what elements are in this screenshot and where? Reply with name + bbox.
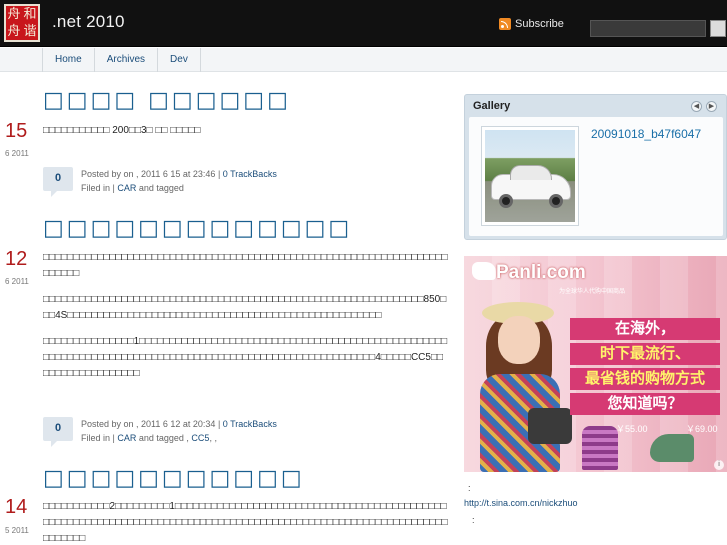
post-title[interactable]: □□□□□□□□□□□ (43, 466, 305, 491)
logo-char: 谐 (23, 24, 37, 39)
gallery-next-button[interactable]: ▶ (706, 101, 717, 112)
sidebar-label: : (468, 483, 471, 493)
post-date-month-year: 6 2011 (5, 149, 29, 158)
post-title[interactable]: □□□□ □□□□□□ (43, 88, 291, 113)
post-date-day: 12 (5, 248, 28, 270)
nav-tab-archives[interactable]: Archives (95, 48, 159, 72)
nav-tab-dev[interactable]: Dev (158, 48, 201, 72)
filed-suffix: and tagged , (136, 433, 192, 443)
product-dress-image (582, 426, 618, 470)
post-date-month-year: 5 2011 (5, 526, 29, 535)
ad-price: ￥69.00 (686, 424, 718, 434)
ad-tagline: 为全球华人代购中国商品 (559, 289, 626, 295)
comment-count-badge[interactable]: 0 (43, 417, 73, 447)
ad-headline: 在海外， 时下最流行、 最省钱的购物方式 您知道吗？ (570, 318, 720, 418)
logo-char: 舟 (7, 24, 21, 39)
post-paragraph: □□□□□□□□□□□□□□□□□□□□□□□□□□□□□□□□□□□□□□□□… (43, 294, 447, 321)
logo-char: 舟 (7, 7, 21, 22)
search-button[interactable] (710, 20, 726, 37)
post-meta-filed: Filed in | CAR and tagged , CC5, , (81, 433, 217, 443)
top-bar: 舟 和 舟 谐 .net 2010 Subscribe (0, 0, 727, 47)
gallery-panel: 20091018_b47f6047 (469, 117, 723, 236)
post-paragraph: □□□□□□□□□□□ 200□□3□ □□ □□□□□ (43, 125, 201, 136)
logo-char: 和 (23, 7, 37, 22)
post-title[interactable]: □□□□□□□□□□□□□ (43, 216, 352, 241)
tag-link[interactable]: CC5 (191, 433, 209, 443)
wheel-shape (549, 194, 563, 208)
sidebar-label: : (472, 515, 475, 525)
face-shape (498, 316, 540, 364)
ad-headline-line: 最省钱的购物方式 (570, 368, 720, 390)
weibo-link[interactable]: http://t.sina.com.cn/nickzhuo (464, 498, 578, 508)
post-meta-posted: Posted by on , 2011 6 12 at 20:34 | 0 Tr… (81, 419, 277, 429)
ad-brand: Panli.com (496, 262, 586, 283)
posted-text: Posted by on , 2011 6 12 at 20:34 | (81, 419, 221, 429)
ad-info-icon[interactable]: i (714, 460, 724, 470)
post-body: □□□□□□□□□□□ 200□□3□ □□ □□□□□ (43, 123, 448, 149)
post-body: □□□□□□□□□□□□□□□□□□□□□□□□□□□□□□□□□□□□□□□□… (43, 250, 448, 392)
subscribe-link[interactable]: Subscribe (499, 18, 564, 30)
gallery-caption-link[interactable]: 20091018_b47f6047 (591, 127, 701, 141)
category-link[interactable]: CAR (117, 183, 136, 193)
post-paragraph: □□□□□□□□□□□2□□□□□□□□□1□□□□□□□□□□□□□□□□□□… (43, 501, 448, 544)
trackbacks-link[interactable]: 0 TrackBacks (223, 419, 277, 429)
post-meta-filed: Filed in | CAR and tagged (81, 183, 184, 193)
gallery-title: Gallery (473, 100, 511, 112)
trackbacks-link[interactable]: 0 TrackBacks (223, 169, 277, 179)
category-link[interactable]: CAR (117, 433, 136, 443)
post-meta: 0 Posted by on , 2011 6 15 at 23:46 | 0 … (43, 167, 448, 197)
ad-price: ￥55.00 (616, 424, 648, 434)
model-image (468, 296, 578, 472)
post-date-month-year: 6 2011 (5, 277, 29, 286)
product-shoe-image (650, 434, 694, 462)
filed-prefix: Filed in | (81, 433, 118, 443)
filed-suffix: and tagged (136, 183, 184, 193)
tag-suffix: , , (209, 433, 217, 443)
china-map-icon (472, 262, 496, 280)
post-date-day: 14 (5, 496, 28, 518)
post-meta-posted: Posted by on , 2011 6 15 at 23:46 | 0 Tr… (81, 169, 277, 179)
post-body: □□□□□□□□□□□2□□□□□□□□□1□□□□□□□□□□□□□□□□□□… (43, 499, 448, 545)
wheel-shape (499, 194, 513, 208)
post-meta: 0 Posted by on , 2011 6 12 at 20:34 | 0 … (43, 417, 448, 447)
post-date-day: 15 (5, 120, 28, 142)
post-paragraph: □□□□□□□□□□□□□□□1□□□□□□□□□□□□□□□□□□□□□□□□… (43, 336, 448, 379)
gallery-prev-button[interactable]: ◀ (691, 101, 702, 112)
site-title[interactable]: .net 2010 (52, 12, 125, 32)
car-photo (485, 130, 575, 222)
panli-ad-banner[interactable]: Panli.com 为全球华人代购中国商品 在海外， 时下最流行、 最省钱的购物… (464, 256, 727, 472)
filed-prefix: Filed in | (81, 183, 118, 193)
ad-headline-line: 您知道吗？ (570, 393, 720, 415)
rss-icon (499, 18, 511, 30)
post-paragraph: □□□□□□□□□□□□□□□□□□□□□□□□□□□□□□□□□□□□□□□□… (43, 252, 448, 279)
gallery-thumbnail[interactable] (481, 126, 579, 226)
nav-bar: Home Archives Dev (0, 48, 727, 72)
handbag-shape (528, 408, 572, 444)
nav-tab-home[interactable]: Home (43, 48, 95, 72)
subscribe-label: Subscribe (515, 18, 564, 30)
search-input[interactable] (590, 20, 706, 37)
site-logo[interactable]: 舟 和 舟 谐 (4, 4, 40, 42)
comment-count-badge[interactable]: 0 (43, 167, 73, 197)
ad-headline-line: 时下最流行、 (570, 343, 720, 365)
ad-headline-line: 在海外， (570, 318, 720, 340)
gallery-widget: Gallery ◀ ▶ 20091018_b47f6047 (464, 94, 727, 240)
posted-text: Posted by on , 2011 6 15 at 23:46 | (81, 169, 221, 179)
